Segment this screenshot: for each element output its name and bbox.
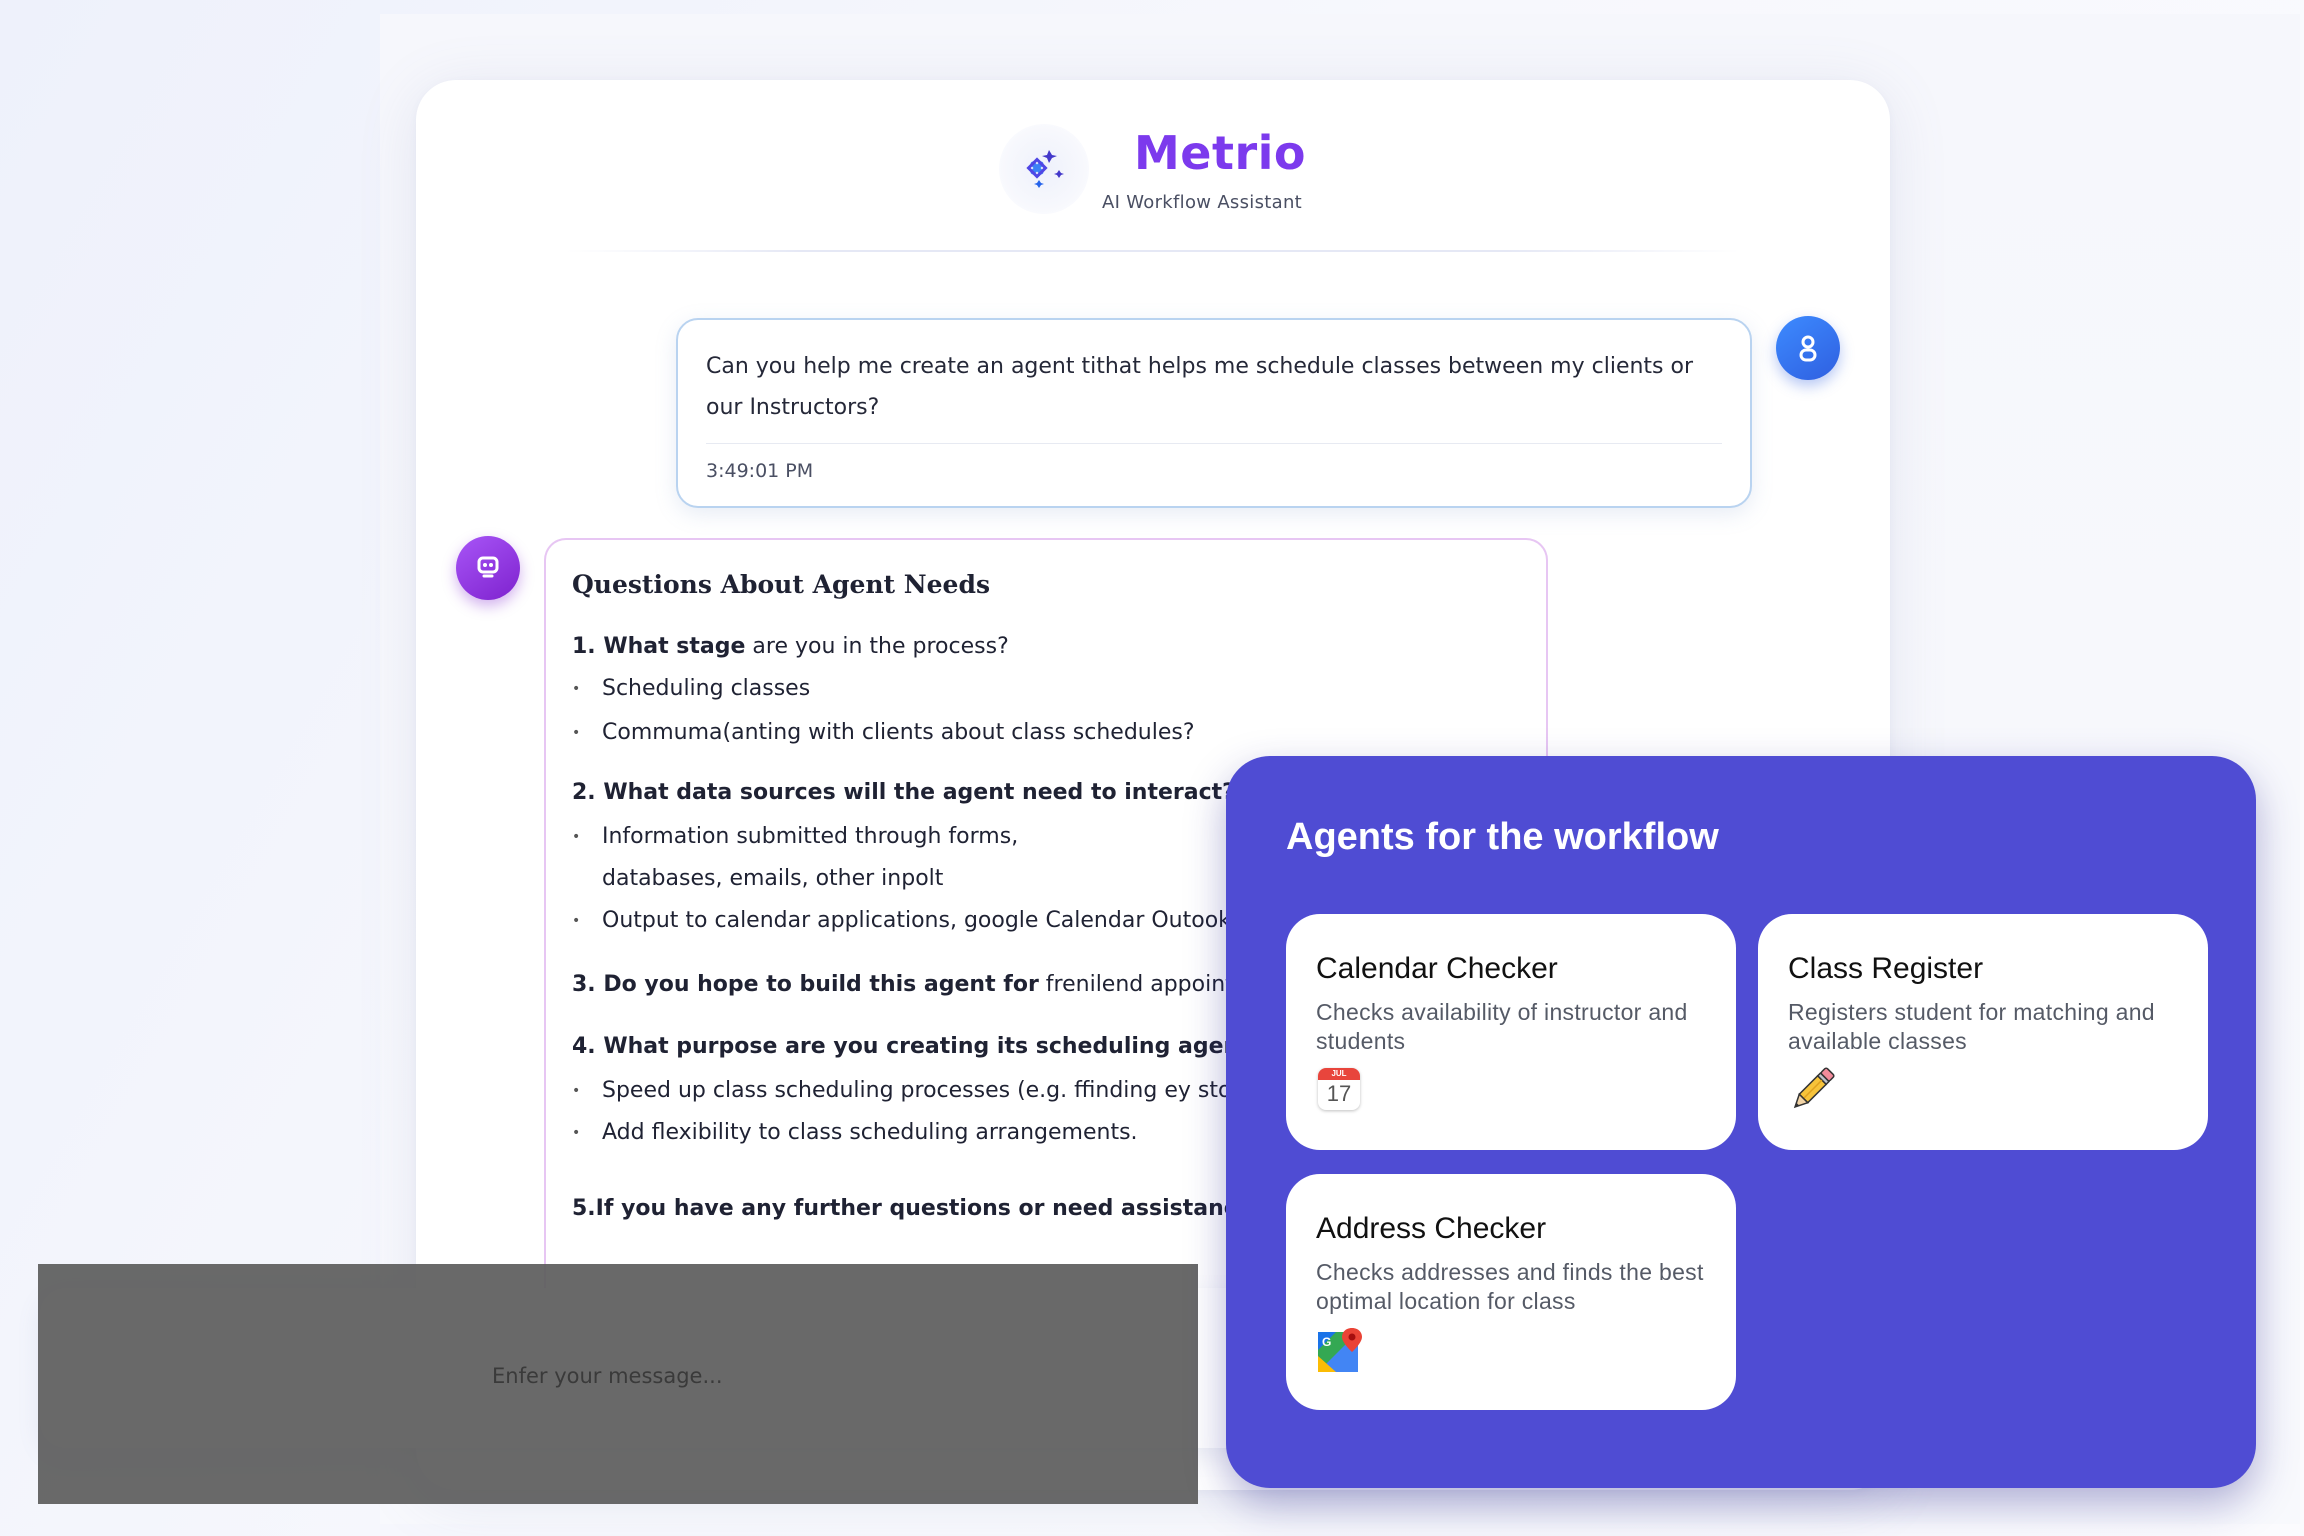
bullet-text: Add flexibility to class scheduling arra… xyxy=(602,1120,1138,1145)
calendar-day: 17 xyxy=(1326,1081,1352,1106)
brand-subtitle: AI Workflow Assistant xyxy=(1102,192,1303,213)
agents-panel-title: Agents for the workflow xyxy=(1286,816,1719,858)
message-timestamp: 3:49:01 PM xyxy=(706,460,814,482)
agent-card-address-checker[interactable]: Address Checker Checks addresses and fin… xyxy=(1286,1174,1736,1410)
sparkle-logo-icon xyxy=(999,124,1089,214)
bullet-dot: • xyxy=(572,681,581,697)
question-4-bold: 4. What purpose are you creating its sch… xyxy=(572,1034,1263,1059)
brand-title: Metrio xyxy=(1134,126,1307,180)
bullet-dot: • xyxy=(572,725,581,741)
user-message-text: Can you help me create an agent tithat h… xyxy=(706,354,1694,420)
maps-icon: G xyxy=(1316,1326,1364,1374)
user-message-bubble: Can you help me create an agent tithat h… xyxy=(676,318,1752,508)
agent-card-title: Class Register xyxy=(1788,952,1984,985)
question-1: 1. What stage are you in the process? xyxy=(572,634,1009,659)
question-1-bullet-2: • Commuma(anting with clients about class… xyxy=(572,720,1195,745)
agent-card-description: Registers student for matching and avail… xyxy=(1788,999,2155,1054)
question-2-bold: 2. What data sources will the agent need… xyxy=(572,780,1235,805)
agent-card-class-register[interactable]: Class Register Registers student for mat… xyxy=(1758,914,2208,1150)
agent-card-title: Calendar Checker xyxy=(1316,952,1558,985)
question-4-bullet-2: • Add flexibility to class scheduling arr… xyxy=(572,1120,1138,1145)
question-1-bullet-1: • Scheduling classes xyxy=(572,676,810,701)
bullet-dot: • xyxy=(572,1125,581,1141)
svg-text:G: G xyxy=(1322,1335,1331,1349)
calendar-month: JUL xyxy=(1318,1068,1360,1080)
bullet-text: Commuma(anting with clients about class … xyxy=(602,720,1195,745)
agent-card-title: Address Checker xyxy=(1316,1212,1547,1245)
user-avatar-icon xyxy=(1776,316,1840,380)
question-5-bold: 5.If you have any further questions or n… xyxy=(572,1196,1285,1221)
agents-panel: Agents for the workflow Calendar Checker… xyxy=(1226,756,2256,1488)
question-5: 5.If you have any further questions or n… xyxy=(572,1196,1285,1221)
bullet-text: databases, emails, other inpolt xyxy=(602,866,944,891)
bot-avatar-icon xyxy=(456,536,520,600)
bullet-dot: • xyxy=(572,913,581,929)
question-1-bold: 1. What stage xyxy=(572,634,746,659)
message-divider xyxy=(706,443,1722,444)
question-1-rest: are you in the process? xyxy=(745,634,1009,659)
question-3: 3. Do you hope to build this agent for f… xyxy=(572,972,1291,997)
calendar-icon: JUL 17 xyxy=(1316,1066,1364,1114)
agent-card-description: Checks availability of instructor and st… xyxy=(1316,999,1688,1054)
bullet-text: Output to calendar applications, google … xyxy=(602,908,1252,933)
question-4: 4. What purpose are you creating its sch… xyxy=(572,1034,1262,1059)
message-input-placeholder[interactable]: Enfer your message... xyxy=(492,1364,723,1388)
question-2-bullet-1-continued: databases, emails, other inpolt xyxy=(572,866,943,891)
agent-card-calendar-checker[interactable]: Calendar Checker Checks availability of … xyxy=(1286,914,1736,1150)
bullet-text: Information submitted through forms, xyxy=(602,824,1019,849)
agent-card-description: Checks addresses and finds the best opti… xyxy=(1316,1259,1704,1314)
bullet-text: Speed up class scheduling processes (e.g… xyxy=(602,1078,1247,1103)
question-2-bullet-1: • Information submitted through forms, xyxy=(572,824,1018,849)
question-3-bold: 3. Do you hope to build this agent for xyxy=(572,972,1039,997)
bullet-dot: • xyxy=(572,1083,581,1099)
question-4-bullet-1: • Speed up class scheduling processes (e.… xyxy=(572,1078,1247,1103)
question-2: 2. What data sources will the agent need… xyxy=(572,780,1235,805)
bot-message-title: Questions About Agent Needs xyxy=(572,570,991,599)
bullet-dot: • xyxy=(572,829,581,845)
pencil-icon xyxy=(1788,1066,1836,1114)
header-divider xyxy=(566,250,1740,252)
chat-header: Metrio AI Workflow Assistant xyxy=(416,80,1890,252)
question-2-bullet-2: • Output to calendar applications, google… xyxy=(572,908,1251,933)
bullet-text: Scheduling classes xyxy=(602,676,811,701)
